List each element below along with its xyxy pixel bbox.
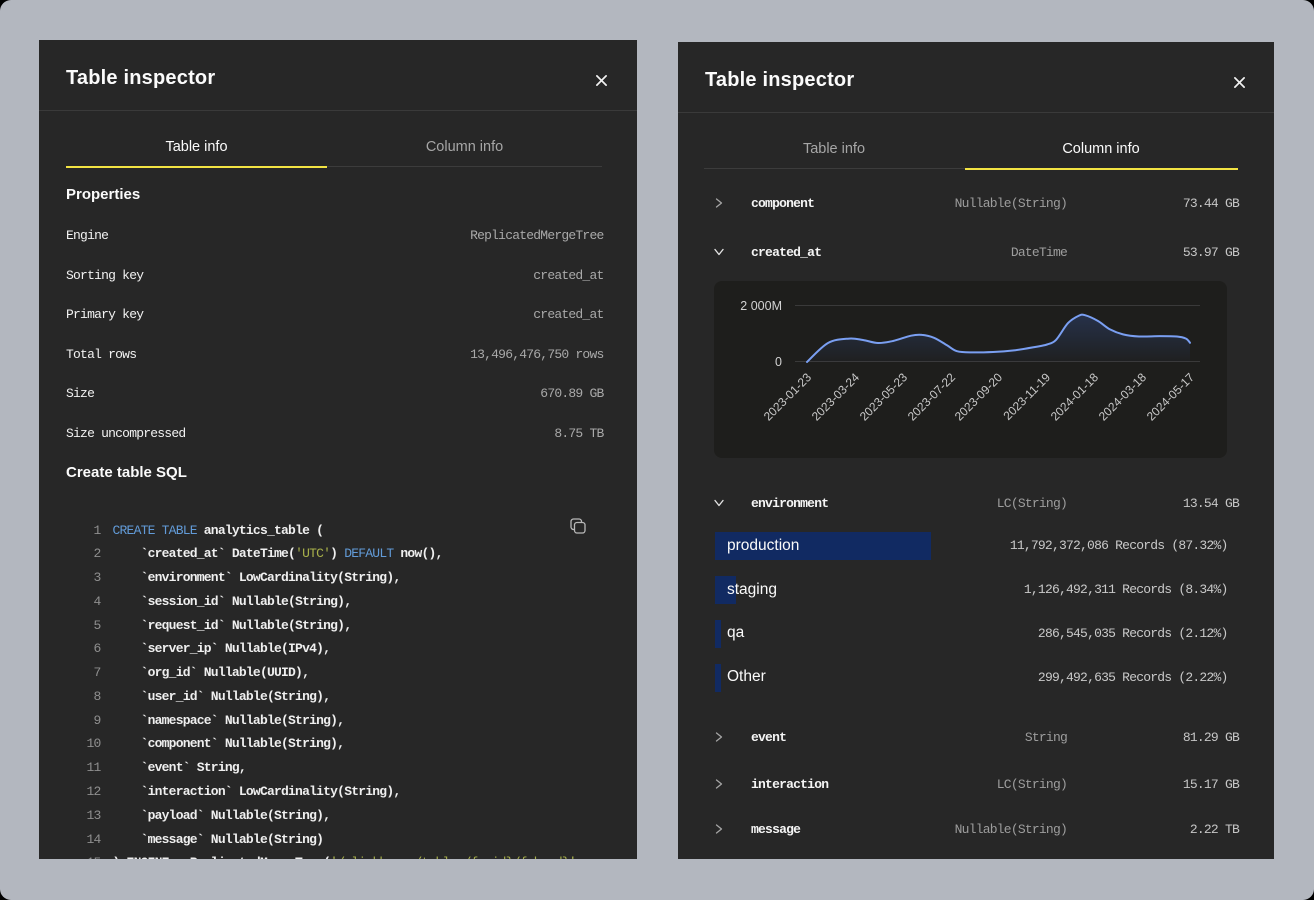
svg-text:2024-01-18: 2024-01-18 xyxy=(1048,370,1102,424)
svg-text:2023-03-24: 2023-03-24 xyxy=(809,370,863,424)
svg-text:2023-09-20: 2023-09-20 xyxy=(952,370,1006,424)
svg-text:0: 0 xyxy=(775,355,782,369)
svg-text:2023-01-23: 2023-01-23 xyxy=(761,370,815,424)
svg-text:2024-03-18: 2024-03-18 xyxy=(1096,370,1150,424)
svg-text:2023-07-22: 2023-07-22 xyxy=(905,370,959,424)
svg-text:2024-05-17: 2024-05-17 xyxy=(1144,370,1198,424)
svg-text:2023-05-23: 2023-05-23 xyxy=(857,370,911,424)
svg-text:2023-11-19: 2023-11-19 xyxy=(1000,370,1053,423)
svg-text:2 000M: 2 000M xyxy=(740,299,782,313)
